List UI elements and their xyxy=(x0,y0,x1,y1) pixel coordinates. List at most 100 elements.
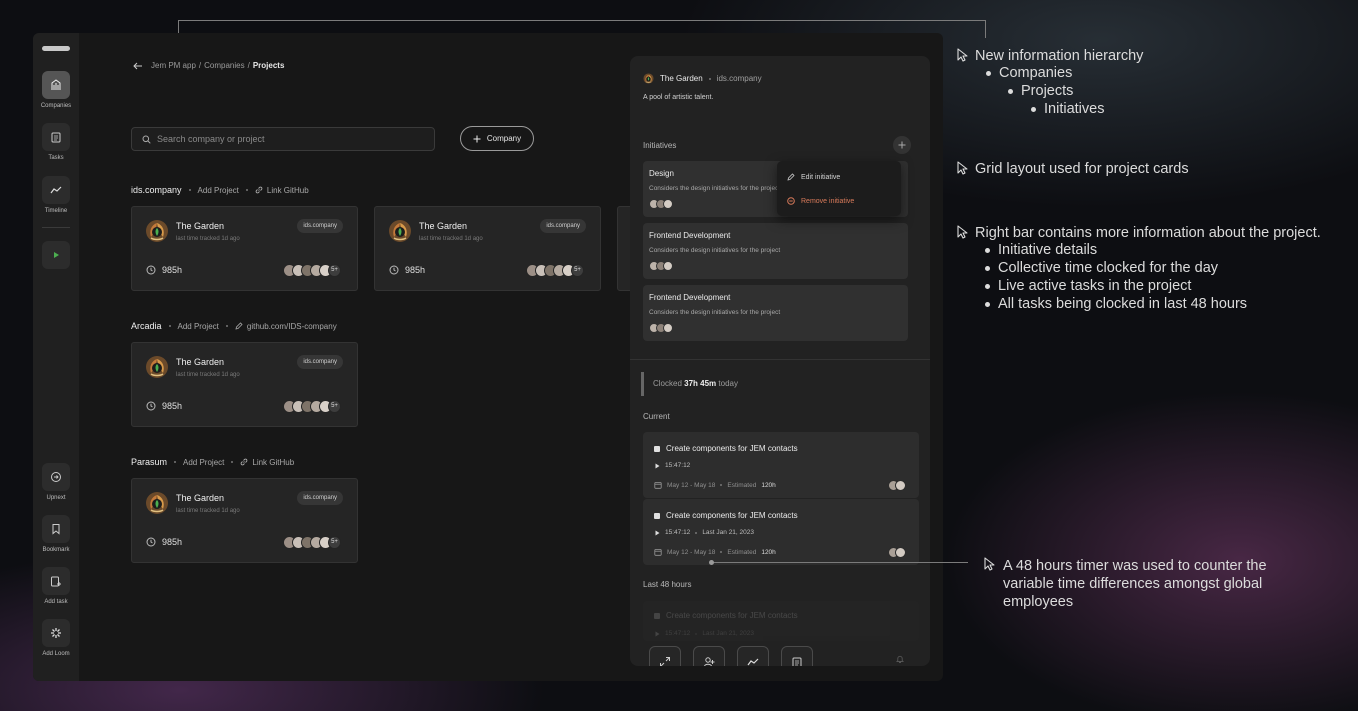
sidebar-item-upnext[interactable]: Upnext xyxy=(33,463,79,501)
breadcrumb-current: Projects xyxy=(252,61,285,70)
bell-icon[interactable] xyxy=(895,654,905,664)
cursor-icon xyxy=(957,48,969,62)
active-task-card[interactable]: Create components for JEM contacts 15:47… xyxy=(643,432,919,498)
sidebar-item-label: Upnext xyxy=(46,495,66,501)
add-user-icon xyxy=(703,656,715,666)
project-card[interactable]: The Garden last time tracked 1d ago ids.… xyxy=(131,478,358,563)
timeline-button[interactable] xyxy=(737,646,769,666)
garden-logo-icon xyxy=(145,219,169,243)
estimated-label: Estimated xyxy=(727,548,757,556)
panel-company[interactable]: ids.company xyxy=(717,74,762,83)
play-icon xyxy=(52,251,60,259)
annotation-line: employees xyxy=(1003,594,1074,610)
initiative-card[interactable]: Frontend Development Considers the desig… xyxy=(643,223,908,279)
garden-logo-icon xyxy=(145,491,169,515)
add-project-link[interactable]: Add Project xyxy=(178,322,219,331)
search-input[interactable] xyxy=(157,134,417,144)
breadcrumb-separator: / xyxy=(247,61,250,70)
app-window: Companies Tasks Timeline Upnext Bookmark… xyxy=(33,33,943,681)
bookmark-icon xyxy=(50,523,62,535)
remove-initiative-menu-item[interactable]: Remove initiative xyxy=(787,197,854,205)
initiative-description: Considers the design initiatives for the… xyxy=(649,247,781,254)
add-task-icon xyxy=(50,575,62,587)
stop-icon xyxy=(654,612,660,619)
task-meta: May 12 - May 18 Estimated 120h xyxy=(654,481,776,489)
annotation-title: Grid layout used for project cards xyxy=(975,161,1189,177)
project-title: The Garden xyxy=(419,221,468,231)
plus-icon xyxy=(898,141,906,149)
sidebar-item-companies[interactable]: Companies xyxy=(33,71,79,109)
project-card[interactable]: The Garden last time tracked 1d ago ids.… xyxy=(131,206,358,291)
project-card[interactable]: The Garden last time tracked 1d ago ids.… xyxy=(374,206,601,291)
company-name[interactable]: ids.company xyxy=(131,185,182,195)
initiative-card[interactable]: Frontend Development Considers the desig… xyxy=(643,285,908,341)
avatar-stack: 5+ xyxy=(283,264,341,277)
project-subtitle: last time tracked 1d ago xyxy=(176,236,240,242)
avatar-more-count: 5+ xyxy=(328,264,341,277)
back-arrow-icon[interactable] xyxy=(133,62,143,70)
plus-icon xyxy=(473,135,481,143)
active-task-card[interactable]: Create components for JEM contacts 15:47… xyxy=(643,499,919,565)
task-title-row: Create components for JEM contacts xyxy=(654,511,798,520)
project-subtitle: last time tracked 1d ago xyxy=(419,236,483,242)
add-initiative-button[interactable] xyxy=(893,136,911,154)
annotation-item: Initiatives xyxy=(1030,100,1143,118)
add-member-button[interactable] xyxy=(693,646,725,666)
sidebar-handle[interactable] xyxy=(42,46,70,51)
clocked-label: Clocked xyxy=(653,379,682,388)
task-dates: May 12 - May 18 xyxy=(667,548,716,556)
panel-header: The Garden ids.company xyxy=(643,73,762,84)
link-github[interactable]: Link GitHub xyxy=(255,186,309,195)
project-title: The Garden xyxy=(176,357,225,367)
sidebar-item-timeline[interactable]: Timeline xyxy=(33,176,79,214)
github-link[interactable]: github.com/IDS-company xyxy=(235,322,337,331)
tasks-button[interactable] xyxy=(781,646,813,666)
calendar-icon xyxy=(654,548,662,556)
breadcrumb-companies[interactable]: Companies xyxy=(204,61,244,70)
clock-icon xyxy=(146,537,156,547)
company-badge: ids.company xyxy=(540,219,586,233)
edit-initiative-menu-item[interactable]: Edit initiative xyxy=(787,173,840,181)
annotation-right-bar: Right bar contains more information abou… xyxy=(975,225,1321,313)
add-company-button[interactable]: Company xyxy=(460,126,534,151)
annotation-item: All tasks being clocked in last 48 hours xyxy=(985,295,1321,313)
sidebar-divider xyxy=(42,227,70,228)
company-name[interactable]: Arcadia xyxy=(131,321,162,331)
task-title: Create components for JEM contacts xyxy=(666,611,798,620)
link-github[interactable]: Link GitHub xyxy=(240,458,294,467)
history-task-card[interactable]: Create components for JEM contacts 15:47… xyxy=(643,601,919,641)
company-group-header: Arcadia Add Project github.com/IDS-compa… xyxy=(131,321,337,331)
calendar-icon xyxy=(654,481,662,489)
company-name[interactable]: Parasum xyxy=(131,457,167,467)
add-project-link[interactable]: Add Project xyxy=(198,186,239,195)
pencil-icon xyxy=(787,173,795,181)
github-link-label: github.com/IDS-company xyxy=(246,321,337,331)
add-project-link[interactable]: Add Project xyxy=(183,458,224,467)
menu-item-label: Edit initiative xyxy=(801,173,841,181)
expand-button[interactable] xyxy=(649,646,681,666)
breadcrumb-root[interactable]: Jem PM app xyxy=(151,61,196,70)
initiatives-heading: Initiatives xyxy=(643,141,677,150)
avatar-more-count: 5+ xyxy=(328,400,341,413)
sidebar-item-add-task[interactable]: Add task xyxy=(33,567,79,605)
annotation-item: Companies xyxy=(985,64,1143,82)
avatar-stack: 5+ xyxy=(283,536,341,549)
annotation-item: Projects xyxy=(1007,82,1143,100)
expand-icon xyxy=(659,656,671,666)
project-card[interactable]: The Garden last time tracked 1d ago ids.… xyxy=(131,342,358,427)
loom-icon xyxy=(50,627,62,639)
initiative-title: Frontend Development xyxy=(649,293,731,302)
cursor-icon xyxy=(957,225,969,239)
sidebar-item-tasks[interactable]: Tasks xyxy=(33,123,79,161)
clipboard-icon xyxy=(50,131,62,143)
clocked-suffix: today xyxy=(718,379,738,388)
avatar-more-count: 5+ xyxy=(571,264,584,277)
sidebar-item-play[interactable] xyxy=(33,241,79,269)
sidebar-item-add-loom[interactable]: Add Loom xyxy=(33,619,79,657)
clock-arrow-icon xyxy=(50,471,62,483)
stop-icon[interactable] xyxy=(654,512,660,519)
stop-icon[interactable] xyxy=(654,445,660,452)
sidebar-item-bookmark[interactable]: Bookmark xyxy=(33,515,79,553)
cursor-icon xyxy=(984,557,996,571)
avatar-stack xyxy=(888,480,906,491)
